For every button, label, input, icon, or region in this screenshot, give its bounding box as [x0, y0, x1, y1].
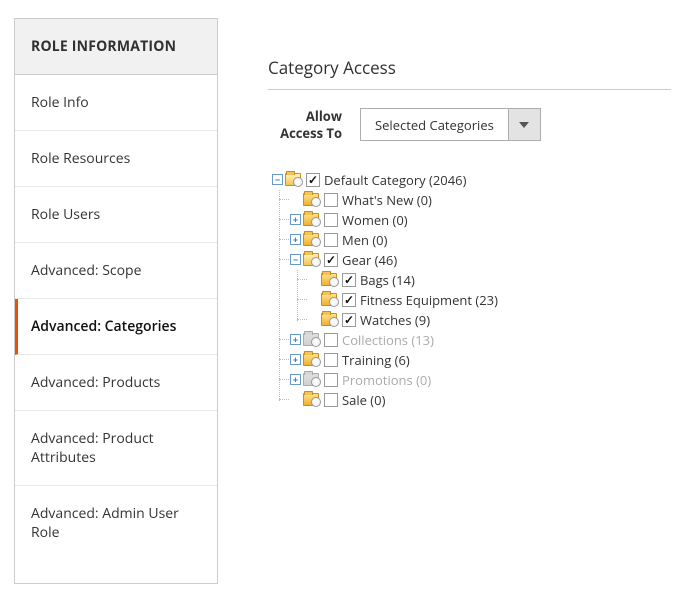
tree-node-fitness-equipment-23: Fitness Equipment (23) [308, 290, 671, 310]
tree-label[interactable]: Watches (9) [360, 311, 430, 329]
tree-label[interactable]: Default Category (2046) [324, 171, 466, 189]
allow-access-select[interactable]: Selected Categories [360, 108, 541, 141]
folder-icon [303, 233, 319, 246]
tree-label[interactable]: Sale (0) [342, 391, 385, 409]
collapse-icon[interactable]: − [272, 174, 283, 185]
tree-checkbox[interactable] [324, 353, 338, 367]
allow-access-dropdown-button[interactable] [508, 109, 540, 140]
tree-label[interactable]: Bags (14) [360, 271, 415, 289]
tree-node-default-category-2046: − Default Category (2046) [272, 170, 671, 190]
expand-icon[interactable]: + [290, 374, 301, 385]
tree-checkbox[interactable] [306, 173, 320, 187]
tree-node-watches-9: Watches (9) [308, 310, 671, 330]
sidebar: ROLE INFORMATION Role InfoRole Resources… [14, 18, 218, 584]
tree-checkbox[interactable] [324, 233, 338, 247]
expand-icon[interactable]: + [290, 334, 301, 345]
tree-checkbox[interactable] [324, 213, 338, 227]
tree-label[interactable]: Women (0) [342, 211, 408, 229]
folder-icon [303, 193, 319, 206]
tree-node-promotions-0: + Promotions (0) [290, 370, 671, 390]
allow-access-row: Allow Access To Selected Categories [268, 90, 671, 170]
tree-label[interactable]: Training (6) [342, 351, 410, 369]
folder-icon [303, 393, 319, 406]
tree-node-what-s-new-0: What's New (0) [290, 190, 671, 210]
tree-label[interactable]: Men (0) [342, 231, 387, 249]
folder-icon [303, 213, 319, 226]
tree-label[interactable]: Promotions (0) [342, 371, 431, 389]
collapse-icon[interactable]: − [290, 254, 301, 265]
tree-node-men-0: + Men (0) [290, 230, 671, 250]
folder-icon [285, 173, 301, 186]
sidebar-item-7[interactable]: Advanced: Admin User Role [15, 486, 217, 560]
sidebar-item-6[interactable]: Advanced: Product Attributes [15, 411, 217, 486]
folder-icon [303, 253, 319, 266]
tree-node-collections-13: + Collections (13) [290, 330, 671, 350]
tree-node-sale-0: Sale (0) [290, 390, 671, 410]
folder-icon [321, 293, 337, 306]
tree-label[interactable]: What's New (0) [342, 191, 432, 209]
tree-label[interactable]: Fitness Equipment (23) [360, 291, 498, 309]
sidebar-item-5[interactable]: Advanced: Products [15, 355, 217, 411]
section-title: Category Access [268, 18, 671, 90]
tree-label[interactable]: Collections (13) [342, 331, 434, 349]
main-panel: Category Access Allow Access To Selected… [218, 18, 671, 584]
chevron-down-icon [519, 122, 529, 128]
tree-node-gear-46: − Gear (46) [290, 250, 671, 270]
tree-checkbox[interactable] [342, 293, 356, 307]
sidebar-title: ROLE INFORMATION [15, 19, 217, 75]
tree-checkbox[interactable] [324, 373, 338, 387]
folder-icon [321, 313, 337, 326]
tree-label[interactable]: Gear (46) [342, 251, 397, 269]
folder-icon [303, 353, 319, 366]
tree-checkbox[interactable] [342, 313, 356, 327]
sidebar-item-0[interactable]: Role Info [15, 75, 217, 131]
sidebar-item-2[interactable]: Role Users [15, 187, 217, 243]
tree-checkbox[interactable] [324, 193, 338, 207]
tree-checkbox[interactable] [324, 333, 338, 347]
tree-checkbox[interactable] [324, 393, 338, 407]
tree-node-women-0: + Women (0) [290, 210, 671, 230]
tree-checkbox[interactable] [342, 273, 356, 287]
tree-checkbox[interactable] [324, 253, 338, 267]
expand-icon[interactable]: + [290, 234, 301, 245]
expand-icon[interactable]: + [290, 354, 301, 365]
allow-access-value: Selected Categories [361, 109, 508, 140]
folder-icon [303, 373, 319, 386]
sidebar-item-1[interactable]: Role Resources [15, 131, 217, 187]
tree-node-training-6: + Training (6) [290, 350, 671, 370]
sidebar-item-4[interactable]: Advanced: Categories [15, 299, 217, 355]
category-tree: − Default Category (2046) What's New (0) + W… [268, 170, 671, 410]
sidebar-item-3[interactable]: Advanced: Scope [15, 243, 217, 299]
folder-icon [303, 333, 319, 346]
allow-access-label: Allow Access To [268, 108, 360, 142]
expand-icon[interactable]: + [290, 214, 301, 225]
folder-icon [321, 273, 337, 286]
tree-node-bags-14: Bags (14) [308, 270, 671, 290]
